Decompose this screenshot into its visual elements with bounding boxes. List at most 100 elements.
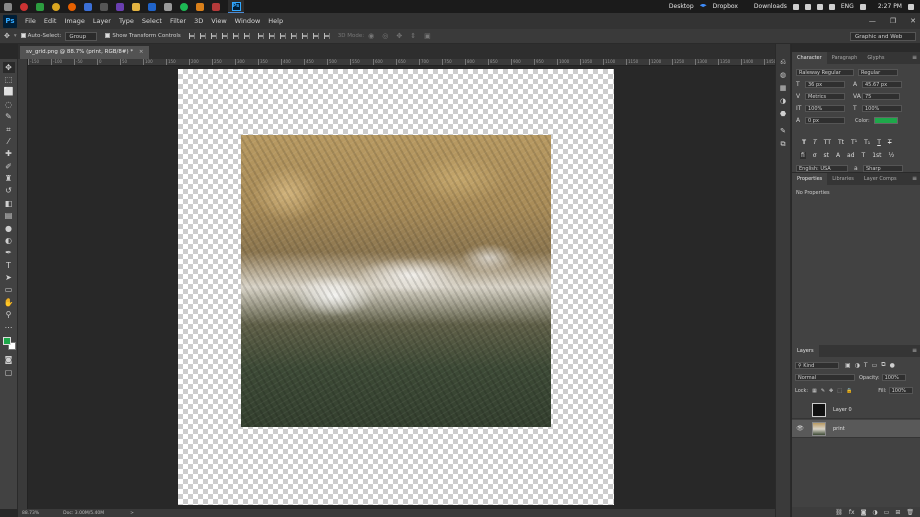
discretionary-ligatures-icon[interactable]: st [823, 152, 828, 159]
distribute-hcenter-icon[interactable] [301, 33, 308, 39]
sourcetree-app-icon[interactable] [148, 2, 156, 11]
stylistic-alternates-icon[interactable]: ad [847, 152, 855, 159]
small-caps-icon[interactable]: Tt [838, 139, 844, 146]
onscreen-keyboard-icon[interactable] [859, 3, 866, 10]
color-swatches[interactable] [2, 336, 16, 351]
layer-style-icon[interactable]: fx [849, 509, 855, 516]
type-tool-icon[interactable]: T [3, 260, 15, 271]
layer-row-print[interactable]: 👁 print [792, 420, 920, 438]
filter-type-icon[interactable]: T [864, 362, 868, 369]
align-vcenter-icon[interactable] [199, 33, 206, 39]
terminal-app-icon[interactable] [100, 2, 108, 11]
crop-tool-icon[interactable]: ⌗ [3, 124, 15, 135]
tab-properties[interactable]: Properties [792, 173, 828, 185]
spotify-app-icon[interactable] [180, 2, 188, 11]
titling-alternates-icon[interactable]: T [862, 152, 866, 159]
more-tools-icon[interactable]: ⋯ [3, 322, 15, 333]
auto-select-target-select[interactable]: Group [65, 31, 98, 41]
tab-paragraph[interactable]: Paragraph [827, 52, 863, 64]
minimize-icon[interactable]: — [869, 17, 876, 25]
show-transform-checkbox[interactable]: Show Transform Controls [105, 33, 181, 39]
chrome-app-icon[interactable] [20, 2, 28, 11]
workspace-select[interactable]: Graphic and Web [850, 32, 916, 41]
green-app-icon[interactable] [36, 2, 44, 11]
layer-name[interactable]: Layer 0 [833, 407, 852, 413]
styles-panel-icon[interactable]: ⬣ [780, 108, 786, 121]
clone-source-panel-icon[interactable]: ⧉ [781, 138, 786, 151]
filter-pixel-icon[interactable]: ▣ [845, 362, 851, 369]
tab-layers[interactable]: Layers [792, 345, 819, 357]
new-layer-icon[interactable]: ⊞ [895, 509, 900, 516]
dropbox-icon[interactable] [699, 3, 707, 8]
chrome-canary-app-icon[interactable] [52, 2, 60, 11]
path-selection-tool-icon[interactable]: ➤ [3, 272, 15, 283]
menu-file[interactable]: File [21, 17, 40, 25]
action-center-icon[interactable] [908, 3, 914, 10]
quick-select-tool-icon[interactable]: ✎ [3, 111, 15, 122]
lock-image-icon[interactable]: ✎ [821, 388, 825, 394]
eyedropper-tool-icon[interactable]: ⁄ [3, 136, 15, 147]
language-indicator[interactable]: ENG [841, 3, 854, 10]
tab-glyphs[interactable]: Glyphs [862, 52, 889, 64]
layers-panel-menu-icon[interactable]: ≡ [912, 347, 917, 354]
opacity-field[interactable]: 100% [881, 374, 906, 381]
all-caps-icon[interactable]: TT [824, 139, 831, 146]
align-top-icon[interactable] [188, 33, 195, 39]
layer-filter-select[interactable]: ⚲ Kind [795, 361, 839, 369]
photoshop-taskbar-button[interactable]: Ps [228, 0, 244, 13]
baseline-shift-field[interactable]: 0 px [805, 117, 845, 124]
menu-edit[interactable]: Edit [40, 17, 61, 25]
leading-field[interactable]: 45.67 px [862, 81, 902, 88]
gradient-tool-icon[interactable]: ▤ [3, 210, 15, 221]
move-tool-preset-icon[interactable]: ✥ [4, 32, 10, 40]
distribute-left-icon[interactable] [290, 33, 297, 39]
hand-tool-icon[interactable]: ✋ [3, 297, 15, 308]
history-brush-tool-icon[interactable]: ↺ [3, 185, 15, 196]
filter-adjustment-icon[interactable]: ◑ [855, 362, 860, 369]
distribute-top-icon[interactable] [257, 33, 264, 39]
menu-3d[interactable]: 3D [190, 17, 207, 25]
quick-mask-icon[interactable]: ◙ [3, 354, 15, 365]
align-right-icon[interactable] [243, 33, 250, 39]
menu-layer[interactable]: Layer [89, 17, 115, 25]
menu-view[interactable]: View [207, 17, 230, 25]
link-layers-icon[interactable]: ⛓ [835, 509, 843, 516]
menu-filter[interactable]: Filter [166, 17, 190, 25]
filter-shape-icon[interactable]: ▭ [872, 362, 878, 369]
lock-all-icon[interactable]: 🔒 [846, 388, 852, 394]
horizontal-scale-field[interactable]: 100% [862, 105, 902, 112]
clock[interactable]: 2:27 PM [878, 3, 902, 10]
battery-icon[interactable] [816, 3, 823, 10]
lock-position-icon[interactable]: ✥ [829, 388, 833, 394]
blue-app-icon[interactable] [84, 2, 92, 11]
ordinals-icon[interactable]: 1st [872, 152, 881, 159]
vertical-scale-field[interactable]: 100% [805, 105, 845, 112]
tab-libraries[interactable]: Libraries [827, 173, 859, 185]
brush-panel-icon[interactable]: ✎ [780, 125, 786, 138]
filter-smart-object-icon[interactable]: ⧉ [881, 361, 885, 369]
lasso-tool-icon[interactable]: ◌ [3, 99, 15, 110]
contextual-alternates-icon[interactable]: ơ [813, 152, 817, 159]
folder-app-icon[interactable] [132, 2, 140, 11]
menu-window[interactable]: Window [231, 17, 265, 25]
auto-select-checkbox[interactable]: Auto-Select: [20, 33, 61, 39]
menu-image[interactable]: Image [60, 17, 88, 25]
tab-character[interactable]: Character [792, 52, 827, 64]
paint-app-icon[interactable] [212, 2, 220, 11]
canvas-area[interactable] [28, 66, 775, 509]
fractions-icon[interactable]: ½ [889, 152, 895, 159]
align-hcenter-icon[interactable] [232, 33, 239, 39]
close-icon[interactable]: ✕ [910, 17, 916, 25]
document-tab[interactable]: sv_grid.png @ 88.7% (print, RGB/8#) * × [20, 46, 150, 59]
3d-scale-icon[interactable]: ▣ [424, 32, 431, 40]
underline-icon[interactable]: T [877, 139, 881, 146]
zoom-tool-icon[interactable]: ⚲ [3, 309, 15, 320]
faux-bold-icon[interactable]: T [802, 139, 806, 146]
rectangle-tool-icon[interactable]: ▭ [3, 284, 15, 295]
add-mask-icon[interactable]: ◙ [861, 509, 867, 516]
dodge-tool-icon[interactable]: ◐ [3, 235, 15, 246]
layer-row-layer-0[interactable]: Layer 0 [792, 401, 920, 419]
font-style-select[interactable]: Regular [858, 69, 898, 76]
tracking-field[interactable]: 75 [862, 93, 900, 100]
align-bottom-icon[interactable] [210, 33, 217, 39]
